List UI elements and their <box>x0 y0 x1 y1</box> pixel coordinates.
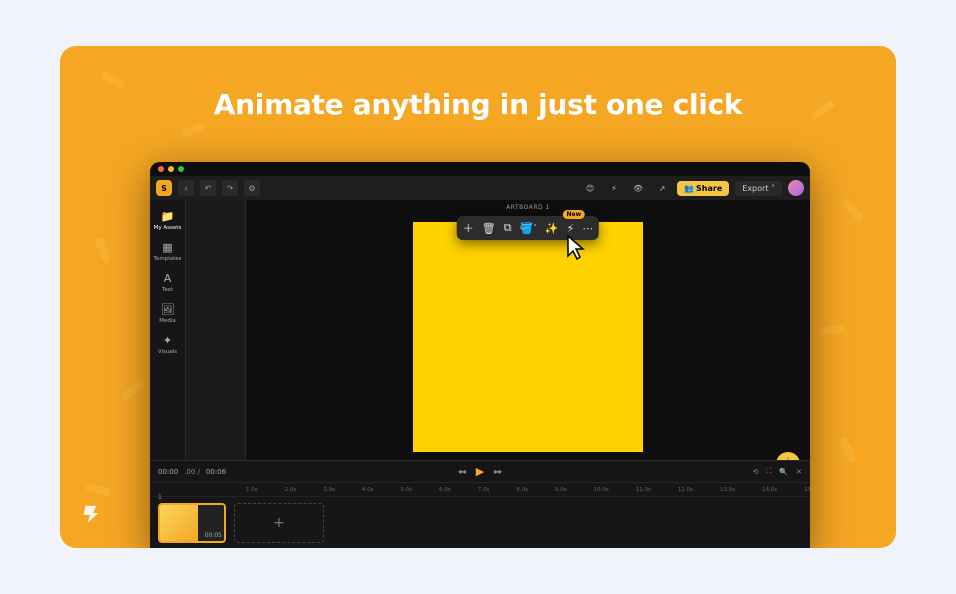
minimize-icon[interactable] <box>168 166 174 172</box>
back-button[interactable]: ‹ <box>178 180 194 196</box>
bolt-icon[interactable]: ⚡ <box>605 179 623 197</box>
scene-duration: 00:05 <box>198 505 224 541</box>
sidebar-item-templates[interactable]: ▦ Templates <box>153 237 183 266</box>
top-toolbar: S ‹ ↶ ↷ ⚙ 😊 ⚡ 👁 ↗ 👥 Share Export ˅ <box>150 176 810 200</box>
promo-card: Animate anything in just one click S ‹ ↶… <box>60 46 896 548</box>
new-badge: New <box>563 210 586 219</box>
animate-icon[interactable]: New ⚡ <box>567 222 575 235</box>
current-time: 00:00 <box>158 468 178 476</box>
ruler-tick: 14.0s <box>762 487 777 493</box>
sidebar-item-visuals[interactable]: ✦ Visuals <box>153 330 183 359</box>
thumbnail-preview <box>160 505 198 541</box>
media-icon: 🖼 <box>161 303 175 316</box>
sidebar-item-label: Templates <box>154 256 182 262</box>
export-button[interactable]: Export ˅ <box>735 181 782 196</box>
visuals-icon: ✦ <box>163 334 172 347</box>
sidebar-item-label: My Assets <box>154 225 182 231</box>
ruler-tick: 13.0s <box>720 487 735 493</box>
ruler-tick: 10.0s <box>594 487 609 493</box>
plus-icon: + <box>273 515 285 531</box>
ruler-tick: 1.0s <box>246 487 258 493</box>
share-button[interactable]: 👥 Share <box>677 181 729 196</box>
ruler-tick: 7.0s <box>478 487 490 493</box>
window-titlebar <box>150 162 810 176</box>
ruler-tick: 6.0s <box>439 487 451 493</box>
fill-icon[interactable]: 🪣˅ <box>520 222 537 235</box>
left-sidebar: 📁 My Assets ▦ Templates A Text 🖼 Media ✦ <box>150 200 186 460</box>
emoji-icon[interactable]: 😊 <box>581 179 599 197</box>
app-logo-icon[interactable]: S <box>156 180 172 196</box>
sidebar-item-text[interactable]: A Text <box>153 268 183 297</box>
artboard[interactable] <box>413 222 643 452</box>
timeline-ruler[interactable]: 1.0s 2.0s 3.0s 4.0s 5.0s 6.0s 7.0s 8.0s 9.0s 10.0… <box>150 483 810 497</box>
add-scene-button[interactable]: + <box>234 503 324 543</box>
sidebar-item-assets[interactable]: 📁 My Assets <box>153 206 183 235</box>
total-time: 00:06 <box>206 468 226 476</box>
skip-forward-icon[interactable]: ▸▸ <box>494 467 502 476</box>
ruler-tick: 4.0s <box>362 487 374 493</box>
context-toolbar: ＋ 🗑 ⧉ 🪣˅ ✨ New ⚡ ⋯ <box>457 216 599 240</box>
time-separator: .00 / <box>184 468 200 476</box>
ruler-tick: 8.0s <box>516 487 528 493</box>
timeline-section: 00:00 .00 / 00:06 ◂◂ ▶ ▸▸ ⟲ ⛶ 🔍 ✕ 1.0s 2.… <box>150 460 810 548</box>
maximize-icon[interactable] <box>178 166 184 172</box>
eye-icon[interactable]: 👁 <box>629 179 647 197</box>
add-icon[interactable]: ＋ <box>463 220 474 236</box>
copy-icon[interactable]: ⧉ <box>504 221 512 235</box>
close-icon[interactable] <box>158 166 164 172</box>
ruler-tick: 3.0s <box>323 487 335 493</box>
artboard-label: ARTBOARD 1 <box>506 204 550 211</box>
canvas-area[interactable]: ARTBOARD 1 ＋ 🗑 ⧉ 🪣˅ ✨ New ⚡ ⋯ <box>246 200 810 460</box>
asset-panel <box>186 200 246 460</box>
play-icon[interactable]: ▶ <box>476 465 484 478</box>
ruler-tick: 12.0s <box>678 487 693 493</box>
transport-bar: 00:00 .00 / 00:06 ◂◂ ▶ ▸▸ ⟲ ⛶ 🔍 ✕ <box>150 461 810 483</box>
undo-button[interactable]: ↶ <box>200 180 216 196</box>
sidebar-item-media[interactable]: 🖼 Media <box>153 299 183 328</box>
scene-number: 1 <box>158 494 162 501</box>
ruler-tick: 5.0s <box>401 487 413 493</box>
settings-button[interactable]: ⚙ <box>244 180 260 196</box>
redo-button[interactable]: ↷ <box>222 180 238 196</box>
sidebar-item-label: Media <box>159 318 176 324</box>
brand-logo-icon <box>80 503 102 530</box>
share-arrow-icon[interactable]: ↗ <box>653 179 671 197</box>
app-window: S ‹ ↶ ↷ ⚙ 😊 ⚡ 👁 ↗ 👥 Share Export ˅ 📁 My … <box>150 162 810 548</box>
text-icon: A <box>164 272 172 285</box>
zoom-icon[interactable]: 🔍 <box>779 468 788 476</box>
trash-icon[interactable]: 🗑 <box>482 222 496 235</box>
fit-icon[interactable]: ⛶ <box>767 467 772 476</box>
promo-headline: Animate anything in just one click <box>60 88 896 121</box>
timeline-tracks: 1 00:05 + <box>150 497 810 548</box>
ruler-tick: 15.0s <box>804 487 810 493</box>
sidebar-item-label: Visuals <box>158 349 177 355</box>
close-timeline-icon[interactable]: ✕ <box>796 468 802 476</box>
share-label: Share <box>696 184 722 193</box>
ruler-tick: 2.0s <box>285 487 297 493</box>
ruler-tick: 9.0s <box>555 487 567 493</box>
more-icon[interactable]: ⋯ <box>582 222 593 235</box>
ruler-tick: 11.0s <box>636 487 651 493</box>
scene-thumbnail[interactable]: 00:05 <box>158 503 226 543</box>
skip-back-icon[interactable]: ◂◂ <box>458 467 466 476</box>
main-area: 📁 My Assets ▦ Templates A Text 🖼 Media ✦ <box>150 200 810 460</box>
magic-wand-icon[interactable]: ✨ <box>545 222 559 235</box>
templates-icon: ▦ <box>162 241 172 254</box>
loop-icon[interactable]: ⟲ <box>753 468 759 476</box>
sidebar-item-label: Text <box>162 287 173 293</box>
folder-icon: 📁 <box>161 210 175 223</box>
user-avatar[interactable] <box>788 180 804 196</box>
export-label: Export <box>742 184 768 193</box>
